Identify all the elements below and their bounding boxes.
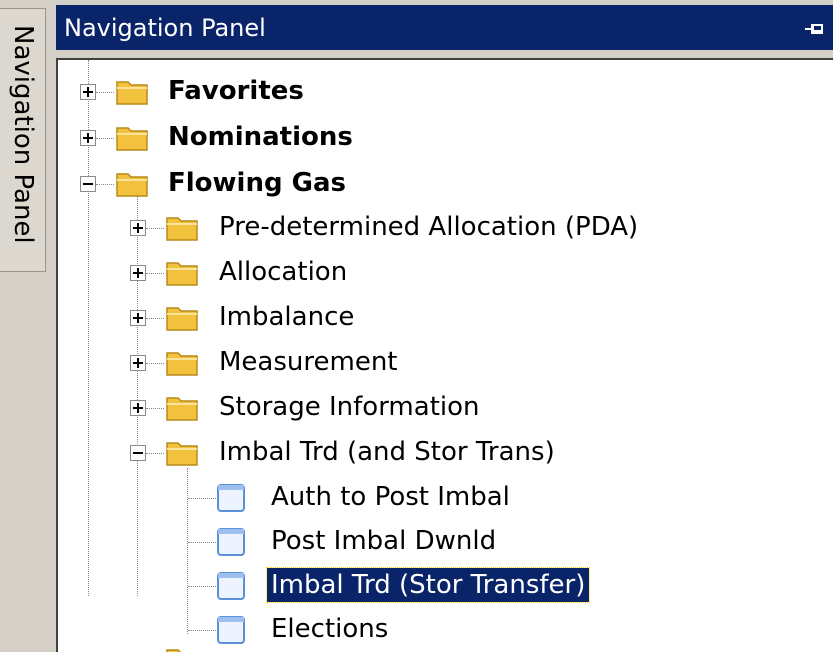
pin-icon[interactable] [805,21,823,35]
tree-node-flowing-gas[interactable]: Flowing Gas [58,168,758,208]
tree-label: Measurement [219,347,398,377]
folder-icon [166,397,198,421]
expand-icon[interactable] [80,84,96,100]
tree-label: Flowing Gas [168,168,347,198]
tree-node-allocation[interactable]: Allocation [58,257,758,297]
document-icon [217,484,245,512]
tree-node-storage-information[interactable]: Storage Information [58,392,758,432]
tree-node-nominations[interactable]: Nominations [58,122,758,162]
folder-icon [166,217,198,241]
tree-label: Nominations [168,122,353,152]
collapse-icon[interactable] [80,176,96,192]
folder-icon [116,81,148,105]
tree-node-favorites[interactable]: Favorites [58,76,758,116]
expand-icon[interactable] [130,220,146,236]
document-icon [217,572,245,600]
document-icon [217,616,245,644]
tree-node-auth-to-post-imbal[interactable]: Auth to Post Imbal [58,482,758,522]
tree-label: Elections [271,614,389,644]
tree-label: Auth to Post Imbal [271,482,510,512]
tree-node-elections[interactable]: Elections [58,614,758,652]
tree-node-imbalance[interactable]: Imbalance [58,302,758,342]
folder-open-icon [166,442,198,466]
expand-icon[interactable] [130,355,146,371]
tree-node-post-imbal-dwnld[interactable]: Post Imbal Dwnld [58,526,758,566]
navigation-panel-side-tab[interactable]: Navigation Panel [0,8,46,272]
panel-header: Navigation Panel [56,5,833,50]
tree-label: Pre-determined Allocation (PDA) [219,212,639,242]
expand-icon[interactable] [80,130,96,146]
tree-label: Post Imbal Dwnld [271,526,497,556]
tree-label: Storage Information [219,392,480,422]
document-icon [217,528,245,556]
tree-label: Favorites [168,76,304,106]
tree-label-selected: Imbal Trd (Stor Transfer) [265,567,591,603]
folder-icon [116,127,148,151]
expand-icon[interactable] [130,400,146,416]
folder-icon [166,352,198,376]
tree-label: Allocation [219,257,348,287]
folder-icon [166,649,182,652]
expand-icon[interactable] [130,265,146,281]
tree-label: Imbal Trd (and Stor Trans) [219,437,555,467]
panel-title: Navigation Panel [64,14,266,42]
tree-node-pda[interactable]: Pre-determined Allocation (PDA) [58,212,818,252]
side-tab-label: Navigation Panel [8,25,38,244]
expand-icon[interactable] [130,310,146,326]
navigation-tree: Favorites Nominations Flowing Gas Pre-de… [56,58,833,652]
collapse-icon[interactable] [130,445,146,461]
tree-node-imbal-trd[interactable]: Imbal Trd (and Stor Trans) [58,437,758,477]
tree-node-measurement[interactable]: Measurement [58,347,758,387]
folder-open-icon [116,173,148,197]
folder-icon [166,307,198,331]
folder-icon [166,262,198,286]
tree-node-imbal-trd-stor-transfer[interactable]: Imbal Trd (Stor Transfer) [58,567,758,610]
tree-label: Imbalance [219,302,355,332]
